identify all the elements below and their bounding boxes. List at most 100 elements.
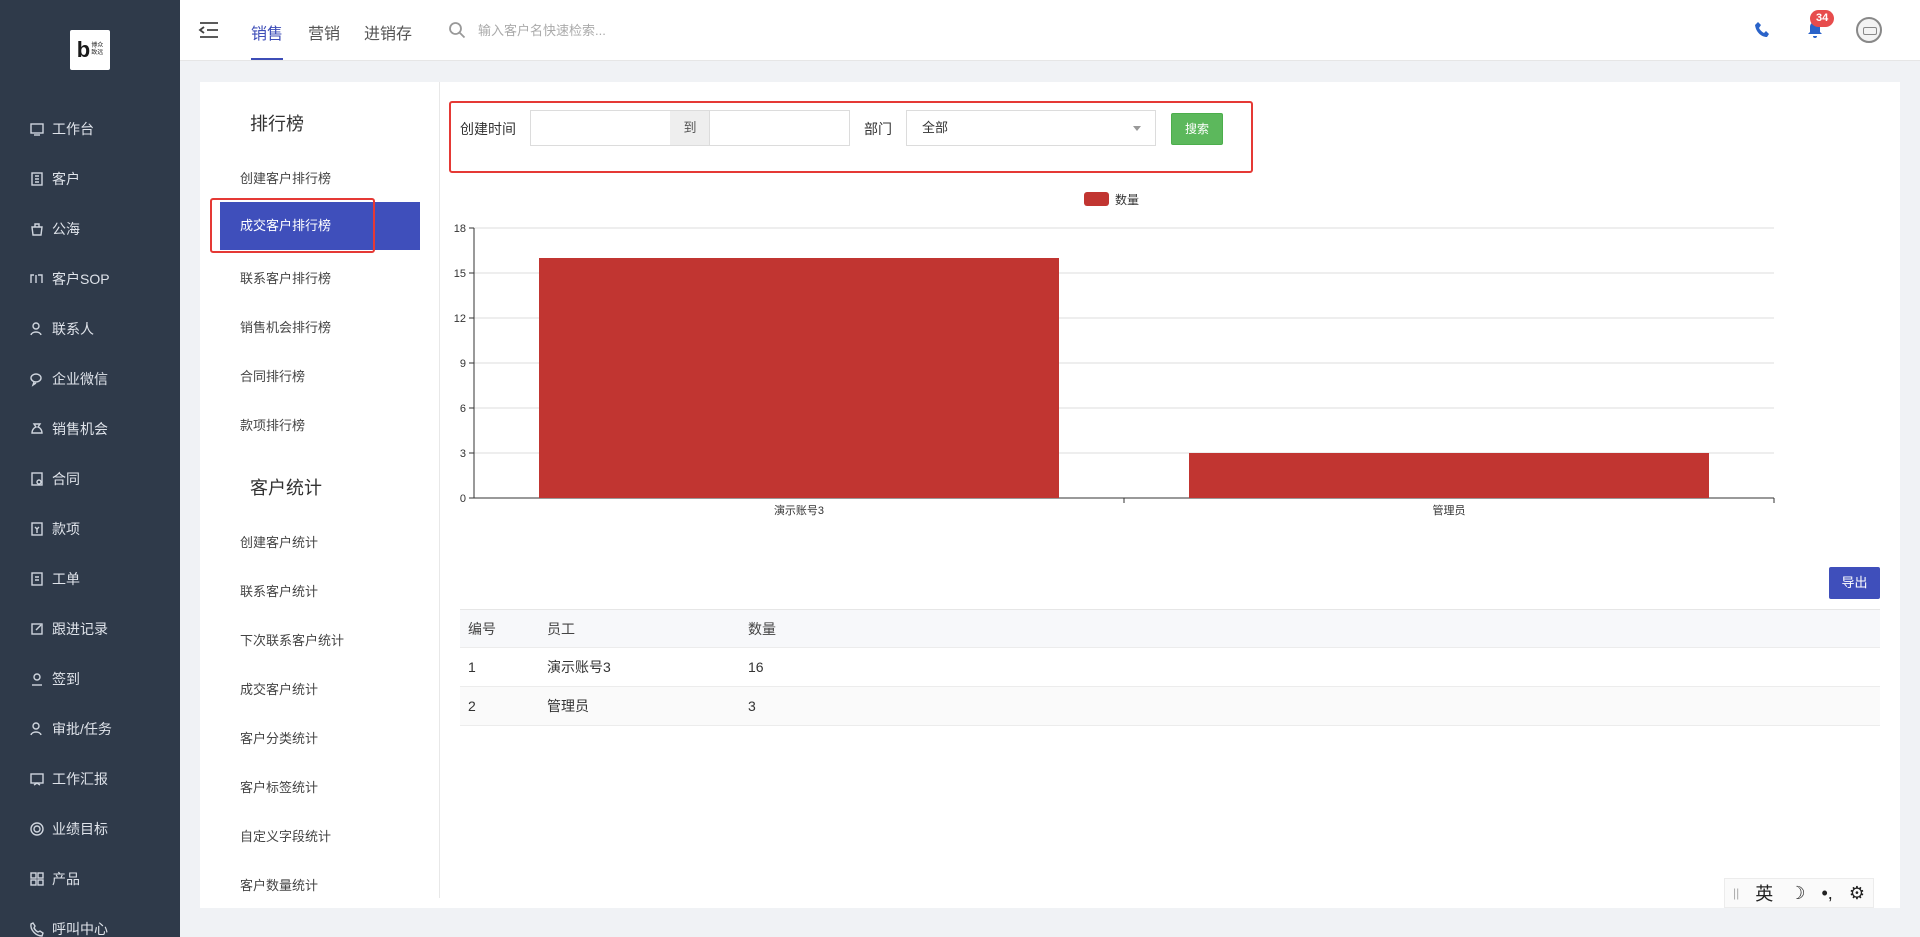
date-range-separator: 到 bbox=[670, 110, 710, 146]
y-tick-label: 18 bbox=[454, 223, 466, 235]
tab-sales[interactable]: 销售 bbox=[251, 20, 284, 60]
sidebar-item[interactable]: 工作台 bbox=[0, 104, 180, 154]
cell-id: 2 bbox=[468, 698, 476, 714]
sidebar-item[interactable]: 业绩目标 bbox=[0, 804, 180, 854]
subnav-item-payment-ranking[interactable]: 款项排行榜 bbox=[240, 415, 305, 434]
date-to-input[interactable] bbox=[709, 110, 850, 146]
sidebar-item[interactable]: 工作汇报 bbox=[0, 754, 180, 804]
sidebar-item-label: 跟进记录 bbox=[52, 621, 108, 637]
export-button[interactable]: 导出 bbox=[1829, 567, 1880, 599]
sidebar-item[interactable]: 跟进记录 bbox=[0, 604, 180, 654]
sidebar-item-label: 款项 bbox=[52, 521, 80, 537]
customer-icon bbox=[28, 170, 46, 188]
department-select[interactable]: 全部 bbox=[906, 110, 1156, 146]
search-button[interactable]: 搜索 bbox=[1171, 113, 1223, 145]
sidebar-item[interactable]: 客户 bbox=[0, 154, 180, 204]
tab-inventory[interactable]: 进销存 bbox=[364, 20, 412, 44]
punctuation-icon[interactable]: •, bbox=[1821, 883, 1832, 904]
subnav-item-deal-customer-ranking[interactable]: 成交客户排行榜 bbox=[220, 202, 420, 250]
y-tick-label: 0 bbox=[460, 493, 466, 505]
product-icon bbox=[28, 870, 46, 888]
notification-badge: 34 bbox=[1810, 10, 1835, 27]
avatar[interactable] bbox=[1856, 17, 1882, 43]
sidebar-item[interactable]: 合同 bbox=[0, 454, 180, 504]
sidebar-item-label: 客户 bbox=[52, 171, 80, 187]
department-select-value: 全部 bbox=[922, 120, 949, 135]
sidebar-item-label: 企业微信 bbox=[52, 371, 108, 387]
money-bag-icon bbox=[28, 420, 46, 438]
table-row[interactable]: 2 管理员 3 bbox=[460, 687, 1880, 726]
sidebar-item[interactable]: 销售机会 bbox=[0, 404, 180, 454]
bar-chart: 数量 0 3 6 9 12 15 18 演示账号3 管理员 bbox=[454, 192, 1775, 517]
y-tick-label: 9 bbox=[460, 358, 466, 370]
cell-count: 16 bbox=[748, 659, 764, 675]
contract-icon bbox=[28, 470, 46, 488]
subnav-item-tag-stats[interactable]: 客户标签统计 bbox=[240, 777, 318, 796]
sidebar-item-label: 工作台 bbox=[52, 121, 94, 137]
contact-icon bbox=[28, 320, 46, 338]
table-row[interactable]: 1 演示账号3 16 bbox=[460, 648, 1880, 687]
moon-icon[interactable]: ☽ bbox=[1789, 883, 1805, 904]
bar bbox=[539, 258, 1059, 498]
sidebar-item[interactable]: 签到 bbox=[0, 654, 180, 704]
sidebar-item-label: 业绩目标 bbox=[52, 821, 108, 837]
y-tick-label: 15 bbox=[454, 268, 466, 280]
sidebar-item[interactable]: 企业微信 bbox=[0, 354, 180, 404]
report-subnav: 排行榜 创建客户排行榜 成交客户排行榜 联系客户排行榜 销售机会排行榜 合同排行… bbox=[200, 82, 440, 898]
target-icon bbox=[28, 820, 46, 838]
sidebar-item[interactable]: 工单 bbox=[0, 554, 180, 604]
global-search bbox=[448, 18, 748, 42]
sidebar-item-label: 审批/任务 bbox=[52, 721, 112, 737]
subnav-item-deal-customer-stats[interactable]: 成交客户统计 bbox=[240, 679, 318, 698]
logo-mark: b bbox=[76, 37, 91, 62]
sidebar-item[interactable]: 审批/任务 bbox=[0, 704, 180, 754]
tab-marketing[interactable]: 营销 bbox=[308, 20, 340, 44]
phone-icon[interactable] bbox=[1753, 20, 1773, 40]
sidebar-item[interactable]: 公海 bbox=[0, 204, 180, 254]
sidebar-item-label: 工单 bbox=[52, 571, 80, 587]
sidebar-item-label: 签到 bbox=[52, 671, 80, 687]
sidebar-item-label: 工作汇报 bbox=[52, 771, 108, 787]
subnav-item-customer-count-stats[interactable]: 客户数量统计 bbox=[240, 875, 318, 894]
x-tick-label: 演示账号3 bbox=[774, 503, 824, 517]
subnav-item-contact-customer-ranking[interactable]: 联系客户排行榜 bbox=[240, 268, 331, 287]
ime-lang-toggle[interactable]: 英 bbox=[1755, 880, 1773, 906]
header-cell-count: 数量 bbox=[748, 621, 776, 637]
cell-count: 3 bbox=[748, 698, 756, 714]
main-panel: 排行榜 创建客户排行榜 成交客户排行榜 联系客户排行榜 销售机会排行榜 合同排行… bbox=[200, 82, 1900, 908]
sidebar: b 博众致远 工作台客户公海 客户SOP 联系人企业微信销售机会 合同款项工单跟进记录… bbox=[0, 0, 180, 937]
bar bbox=[1189, 453, 1709, 498]
ticket-icon bbox=[28, 570, 46, 588]
sidebar-item[interactable]: 产品 bbox=[0, 854, 180, 904]
menu-collapse-icon[interactable] bbox=[198, 20, 220, 40]
sidebar-item[interactable]: 客户SOP bbox=[0, 254, 180, 304]
logo-text: 博众致远 bbox=[91, 43, 104, 56]
subnav-item-opportunity-ranking[interactable]: 销售机会排行榜 bbox=[240, 317, 331, 336]
search-input[interactable] bbox=[478, 22, 738, 38]
y-tick-label: 12 bbox=[454, 313, 466, 325]
checkin-icon bbox=[28, 670, 46, 688]
subnav-item-category-stats[interactable]: 客户分类统计 bbox=[240, 728, 318, 747]
x-tick-label: 管理员 bbox=[1433, 503, 1466, 517]
subnav-item-contract-ranking[interactable]: 合同排行榜 bbox=[240, 366, 305, 385]
subnav-item-create-customer-ranking[interactable]: 创建客户排行榜 bbox=[240, 168, 331, 187]
subnav-item-create-customer-stats[interactable]: 创建客户统计 bbox=[240, 532, 318, 551]
edit-icon bbox=[28, 620, 46, 638]
call-center-icon bbox=[28, 920, 46, 937]
sidebar-item[interactable]: 款项 bbox=[0, 504, 180, 554]
subnav-item-next-contact-stats[interactable]: 下次联系客户统计 bbox=[240, 630, 344, 649]
payment-icon bbox=[28, 520, 46, 538]
header-cell-employee: 员工 bbox=[547, 621, 575, 637]
logo[interactable]: b 博众致远 bbox=[70, 30, 110, 70]
subnav-item-custom-field-stats[interactable]: 自定义字段统计 bbox=[240, 826, 331, 845]
sidebar-item[interactable]: 呼叫中心 bbox=[0, 904, 180, 937]
gear-icon[interactable]: ⚙ bbox=[1849, 883, 1865, 904]
search-icon bbox=[449, 22, 466, 39]
ime-divider: || bbox=[1733, 886, 1740, 900]
subnav-item-contact-customer-stats[interactable]: 联系客户统计 bbox=[240, 581, 318, 600]
date-from-input[interactable] bbox=[530, 110, 671, 146]
sop-icon bbox=[28, 270, 46, 288]
sidebar-item[interactable]: 联系人 bbox=[0, 304, 180, 354]
header-cell-id: 编号 bbox=[468, 621, 496, 637]
workbench-icon bbox=[28, 120, 46, 138]
